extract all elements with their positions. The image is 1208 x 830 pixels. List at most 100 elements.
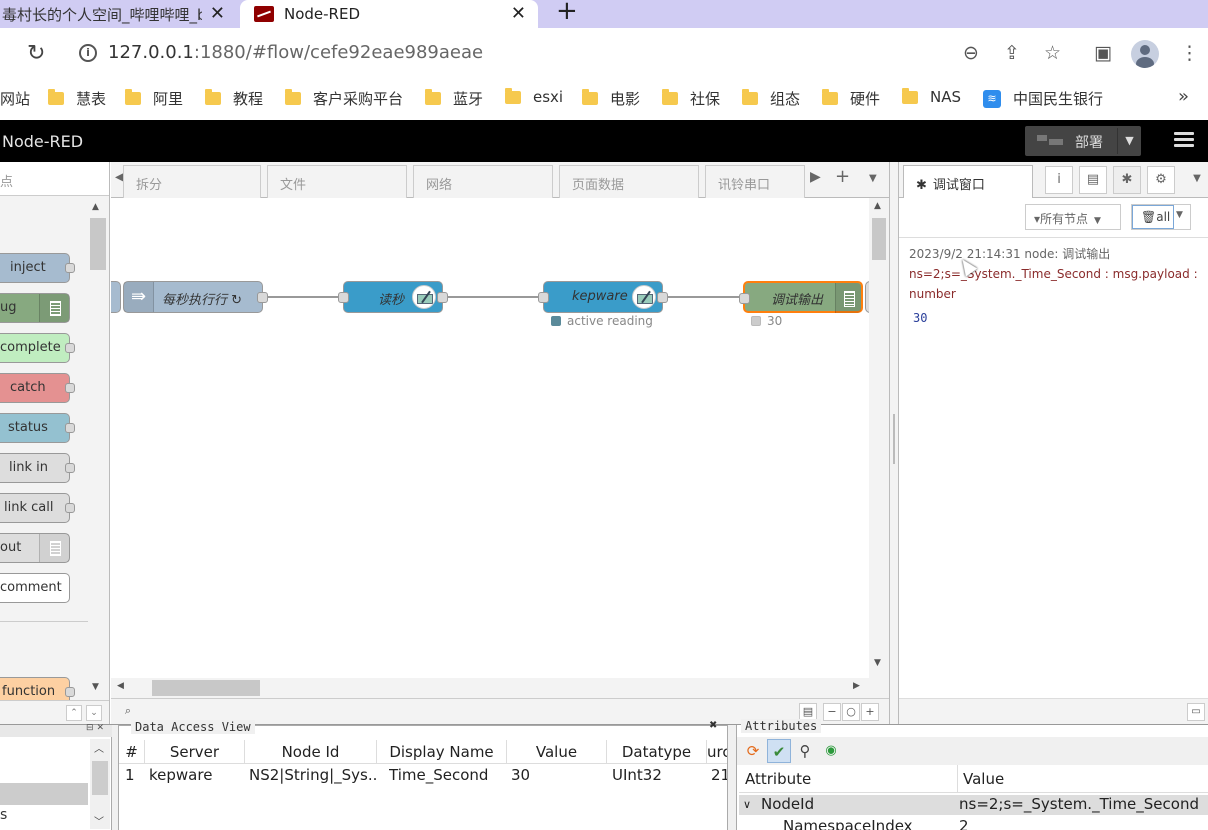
table-row[interactable]: 1 kepware NS2|String|_Sys... Time_Second… bbox=[119, 766, 727, 788]
debug-toggle-icon[interactable] bbox=[835, 283, 861, 313]
refresh-icon[interactable]: ⟳ bbox=[741, 739, 765, 763]
bookmark-item[interactable]: 组态 bbox=[742, 88, 800, 109]
palette-node-debug[interactable]: ug bbox=[0, 293, 70, 323]
palette-node-link-in[interactable]: link in bbox=[0, 453, 75, 483]
tab-debug[interactable]: ✱ 调试窗口 bbox=[903, 165, 1033, 199]
add-flow-icon[interactable]: + bbox=[835, 166, 850, 187]
close-tab-icon[interactable]: ✕ bbox=[210, 3, 225, 24]
deploy-options-caret-icon[interactable]: ▼ bbox=[1117, 128, 1141, 154]
column-header[interactable]: Server bbox=[145, 740, 245, 764]
zoom-out-icon[interactable]: − bbox=[823, 703, 841, 721]
flow-tab[interactable]: 文件 bbox=[267, 165, 407, 198]
scroll-left-icon[interactable]: ◀ bbox=[117, 681, 124, 691]
palette-node-catch[interactable]: catch bbox=[0, 373, 75, 403]
flow-tab[interactable]: 拆分 bbox=[123, 165, 261, 198]
bookmark-item[interactable]: 客户采购平台 bbox=[285, 88, 403, 109]
sidebar-resize-handle[interactable] bbox=[889, 162, 899, 724]
bookmark-item[interactable]: 慧表 bbox=[48, 88, 106, 109]
output-port[interactable] bbox=[657, 292, 668, 303]
palette-scrollbar[interactable]: ▲ ▼ bbox=[88, 200, 108, 700]
debug-bug-icon[interactable]: ✱ bbox=[1113, 166, 1141, 194]
bookmark-item[interactable]: 社保 bbox=[662, 88, 720, 109]
palette-node-inject[interactable]: inject bbox=[0, 253, 75, 283]
config-gear-icon[interactable]: ⚙ bbox=[1147, 166, 1175, 194]
clear-options-caret-icon[interactable]: ▼ bbox=[1176, 210, 1183, 220]
output-port[interactable] bbox=[437, 292, 448, 303]
input-port[interactable] bbox=[538, 292, 549, 303]
bookmark-star-icon[interactable]: ☆ bbox=[1044, 42, 1061, 64]
attribute-row[interactable]: ∨ NodeId ns=2;s=_System._Time_Second bbox=[739, 795, 1208, 815]
bookmark-item[interactable]: esxi bbox=[505, 87, 563, 106]
scroll-up-icon[interactable]: ▲ bbox=[92, 202, 99, 212]
input-port[interactable] bbox=[338, 292, 349, 303]
site-info-icon[interactable]: i bbox=[79, 44, 97, 62]
output-port[interactable] bbox=[257, 292, 268, 303]
debug-message-value[interactable]: 30 bbox=[909, 308, 1199, 328]
debug-message-meta[interactable]: 2023/9/2 21:14:31 node: 调试输出 bbox=[909, 244, 1199, 264]
new-tab-button[interactable]: + bbox=[556, 0, 578, 26]
chevron-down-icon[interactable]: ∨ bbox=[743, 798, 751, 811]
bookmark-item[interactable]: 蓝牙 bbox=[425, 88, 483, 109]
palette-node-complete[interactable]: complete bbox=[0, 333, 75, 363]
browser-menu-icon[interactable]: ⋮ bbox=[1180, 42, 1199, 64]
scroll-thumb[interactable] bbox=[152, 680, 260, 696]
reload-icon[interactable]: ↻ bbox=[27, 41, 45, 66]
close-icon[interactable]: ✖ bbox=[709, 720, 717, 731]
profile-avatar[interactable] bbox=[1131, 40, 1159, 68]
record-icon[interactable]: ◉ bbox=[819, 739, 843, 763]
browser-tab-bilibili[interactable]: 毒村长的个人空间_哔哩哔哩_b ✕ bbox=[0, 0, 237, 28]
column-header[interactable]: Datatype bbox=[607, 740, 707, 764]
palette-filter-input[interactable]: 点 bbox=[0, 162, 109, 196]
bookmark-item[interactable]: 硬件 bbox=[822, 88, 880, 109]
palette-node-status[interactable]: status bbox=[0, 413, 75, 443]
wire[interactable] bbox=[443, 296, 543, 298]
tab-scroll-right-icon[interactable]: ▶ bbox=[810, 169, 821, 185]
flow-tab[interactable]: 讯铃串口 bbox=[705, 165, 805, 198]
scroll-thumb[interactable] bbox=[872, 218, 886, 260]
column-header[interactable]: Value bbox=[507, 740, 607, 764]
clear-all-button[interactable]: 🗑all bbox=[1132, 205, 1174, 229]
input-port[interactable] bbox=[739, 293, 750, 304]
scroll-up-icon[interactable]: ︿ bbox=[94, 740, 104, 755]
bookmark-item[interactable]: 教程 bbox=[205, 88, 263, 109]
flow-node-read-seconds[interactable]: 读秒 bbox=[338, 281, 448, 313]
column-header[interactable]: urc bbox=[707, 740, 727, 764]
help-book-icon[interactable]: ▤ bbox=[1079, 166, 1107, 194]
more-bookmarks-button[interactable]: » bbox=[1178, 86, 1189, 107]
bookmark-item[interactable]: 网站 bbox=[0, 88, 30, 109]
scroll-down-icon[interactable]: ﹀ bbox=[94, 813, 104, 828]
bookmark-item[interactable]: 电影 bbox=[582, 88, 640, 109]
column-header[interactable]: Attribute bbox=[745, 770, 811, 788]
column-header[interactable]: # bbox=[119, 740, 145, 764]
scroll-down-icon[interactable]: ▼ bbox=[874, 658, 881, 668]
bookmark-item[interactable]: 阿里 bbox=[125, 88, 183, 109]
flow-canvas[interactable]: ⇛ 每秒执行行 ↻ 读秒 kepware active reading 调试输出… bbox=[111, 198, 869, 678]
scroll-right-icon[interactable]: ▶ bbox=[853, 681, 860, 691]
panel-scrollbar[interactable]: ︿ ﹀ bbox=[90, 739, 110, 829]
tree-icon[interactable]: ⚲ bbox=[793, 739, 817, 763]
close-tab-icon[interactable]: ✕ bbox=[511, 3, 526, 24]
palette-node-link-call[interactable]: link call bbox=[0, 493, 75, 523]
browser-tab-nodered[interactable]: Node-RED ✕ bbox=[240, 0, 538, 28]
bookmark-item[interactable]: ≋ 中国民生银行 bbox=[983, 88, 1103, 109]
column-header[interactable]: Display Name bbox=[377, 740, 507, 764]
canvas-vertical-scrollbar[interactable]: ▲ ▼ bbox=[869, 198, 889, 678]
hamburger-menu-icon[interactable] bbox=[1174, 132, 1194, 148]
canvas-horizontal-scrollbar[interactable]: ◀ ▶ bbox=[111, 678, 889, 698]
flow-list-caret-icon[interactable]: ▼ bbox=[869, 173, 877, 184]
zoom-in-icon[interactable]: + bbox=[861, 703, 879, 721]
checkmark-icon[interactable]: ✔ bbox=[767, 739, 791, 763]
scroll-thumb[interactable] bbox=[92, 761, 108, 795]
deploy-button[interactable]: 部署 ▼ bbox=[1025, 126, 1141, 156]
flow-tab[interactable]: 页面数据 bbox=[559, 165, 699, 198]
tree-item[interactable]: s bbox=[0, 807, 7, 823]
flow-tab[interactable]: 网络 bbox=[413, 165, 553, 198]
share-icon[interactable]: ⇪ bbox=[1004, 42, 1020, 64]
flow-node-debug-output[interactable]: 调试输出 bbox=[739, 281, 863, 313]
bookmark-item[interactable]: NAS bbox=[902, 87, 961, 106]
flow-node-kepware[interactable]: kepware bbox=[538, 281, 668, 313]
column-header[interactable]: Node Id bbox=[245, 740, 377, 764]
scroll-up-icon[interactable]: ▲ bbox=[874, 201, 881, 211]
open-window-icon[interactable]: ▭ bbox=[1187, 703, 1205, 721]
sidebar-menu-caret-icon[interactable]: ▼ bbox=[1183, 166, 1208, 194]
